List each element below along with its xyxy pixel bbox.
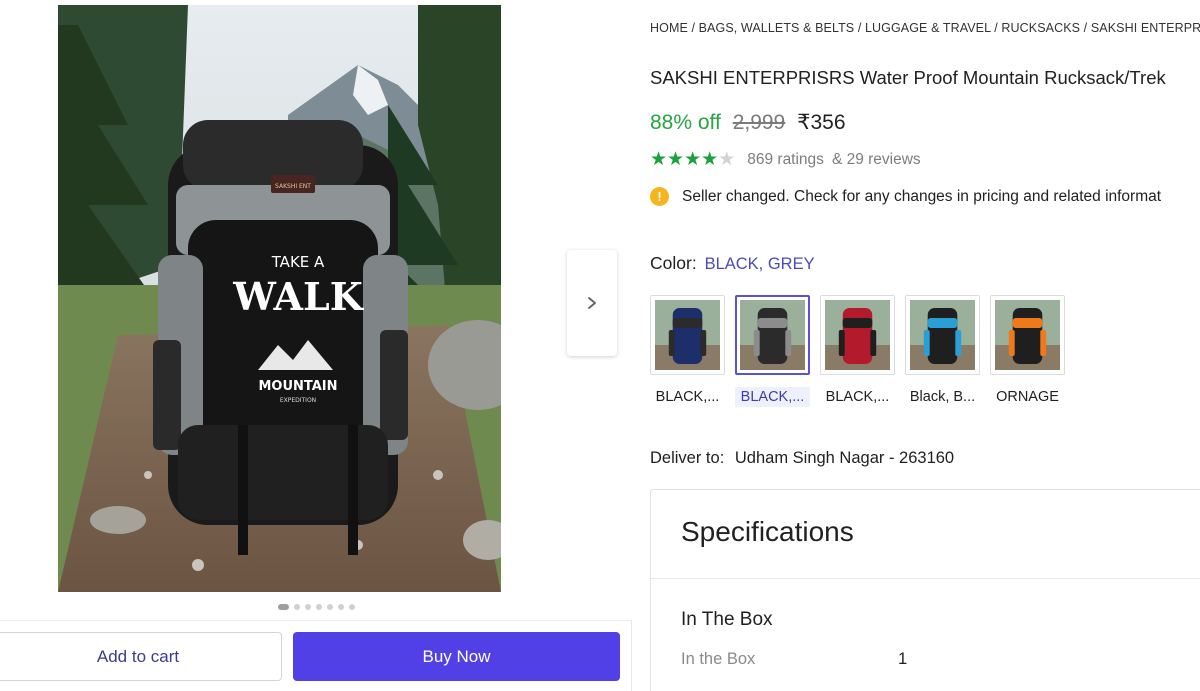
backpack-thumbnail-icon [995,300,1060,370]
chevron-right-icon [588,297,596,309]
breadcrumb-item[interactable]: HOME [650,21,688,35]
svg-text:WALK: WALK [232,274,364,319]
swatch-thumbnail [905,295,980,375]
star-rating: ★ ★ ★ ★ ★ [650,150,735,169]
carousel-dot[interactable] [326,604,333,610]
buy-now-button[interactable]: Buy Now [293,632,620,681]
swatch-label: BLACK,... [825,389,890,405]
spec-value: 1 [898,650,908,668]
svg-text:EXPEDITION: EXPEDITION [280,397,316,404]
product-gallery: SAKSHI ENT TAKE A WALK MOUNTAIN EXPEDITI… [0,0,632,691]
info-icon: ! [650,187,669,206]
carousel-dot[interactable] [277,604,289,610]
delivery-location[interactable]: Deliver to: Udham Singh Nagar - 263160 [650,449,954,468]
backpack-thumbnail-icon [740,300,805,370]
spec-section-title: In The Box [681,609,773,630]
seller-notice-text: Seller changed. Check for any changes in… [682,187,1162,205]
divider [651,578,1200,579]
breadcrumb: HOME / BAGS, WALLETS & BELTS / LUGGAGE &… [650,21,1200,35]
backpack-thumbnail-icon [655,300,720,370]
carousel-dot[interactable] [348,604,355,610]
carousel-dot[interactable] [293,604,300,610]
add-to-cart-button[interactable]: Add to cart [0,632,282,681]
color-swatch[interactable]: Black, B... [905,295,980,407]
product-title: SAKSHI ENTERPRISRS Water Proof Mountain … [650,67,1166,88]
backpack-thumbnail-icon [825,300,890,370]
spec-key: In the Box [681,650,756,668]
color-selector-label: Color: BLACK, GREY [650,253,815,274]
carousel-dot[interactable] [315,604,322,610]
discount-percent: 88% off [650,111,721,134]
swatch-thumbnail [650,295,725,375]
seller-notice: ! Seller changed. Check for any changes … [650,187,1161,206]
star-icon: ★ [650,149,668,170]
breadcrumb-separator: / [854,21,865,35]
price-row: 88% off 2,999 ₹356 [650,110,846,135]
swatch-label: BLACK,... [735,387,810,407]
swatch-thumbnail [820,295,895,375]
swatch-label: ORNAGE [996,389,1059,405]
selling-price: ₹356 [797,111,846,134]
color-swatch[interactable]: ORNAGE [990,295,1065,407]
color-swatches: BLACK,... BLACK,... BLACK,... Black, B... OR… [650,295,1065,407]
breadcrumb-separator: / [1080,21,1091,35]
breadcrumb-item[interactable]: BAGS, WALLETS & BELTS [699,21,855,35]
color-swatch[interactable]: BLACK,... [650,295,725,407]
breadcrumb-item[interactable]: SAKSHI ENTERPRISRS [1091,21,1200,35]
backpack-thumbnail-icon [910,300,975,370]
reviews-count: & 29 reviews [831,150,921,168]
color-label: Color: [650,253,697,273]
star-icon: ★ [701,149,719,170]
original-price: 2,999 [732,111,786,134]
breadcrumb-separator: / [687,21,699,35]
rating-row[interactable]: ★ ★ ★ ★ ★ 869 ratings & 29 reviews [650,150,921,169]
next-image-button[interactable] [567,250,617,356]
swatch-label: Black, B... [909,389,976,405]
color-value: BLACK, GREY [704,255,815,273]
svg-text:TAKE A: TAKE A [271,253,325,271]
backpack-photo: SAKSHI ENT TAKE A WALK MOUNTAIN EXPEDITI… [58,5,501,592]
star-icon: ★ [718,149,736,170]
swatch-thumbnail [990,295,1065,375]
color-swatch[interactable]: BLACK,... [735,295,810,407]
specifications-card: Specifications In The Box In the Box 1 [650,489,1200,691]
product-main-image[interactable]: SAKSHI ENT TAKE A WALK MOUNTAIN EXPEDITI… [58,5,501,592]
breadcrumb-separator: / [990,21,1002,35]
divider [631,620,632,691]
ratings-count: 869 ratings [747,150,824,168]
swatch-label: BLACK,... [655,389,720,405]
carousel-dot[interactable] [304,604,311,610]
color-swatch[interactable]: BLACK,... [820,295,895,407]
deliver-value: Udham Singh Nagar - 263160 [734,449,955,467]
svg-text:SAKSHI ENT: SAKSHI ENT [275,183,311,190]
carousel-dots [0,604,632,610]
carousel-dot[interactable] [337,604,344,610]
divider [0,620,632,621]
deliver-label: Deliver to: [650,449,725,467]
svg-text:MOUNTAIN: MOUNTAIN [258,379,337,394]
star-icon: ★ [684,149,702,170]
breadcrumb-item[interactable]: LUGGAGE & TRAVEL [865,21,991,35]
breadcrumb-item[interactable]: RUCKSACKS [1001,21,1080,35]
star-icon: ★ [667,149,685,170]
specifications-title: Specifications [681,516,854,547]
swatch-thumbnail [735,295,810,375]
